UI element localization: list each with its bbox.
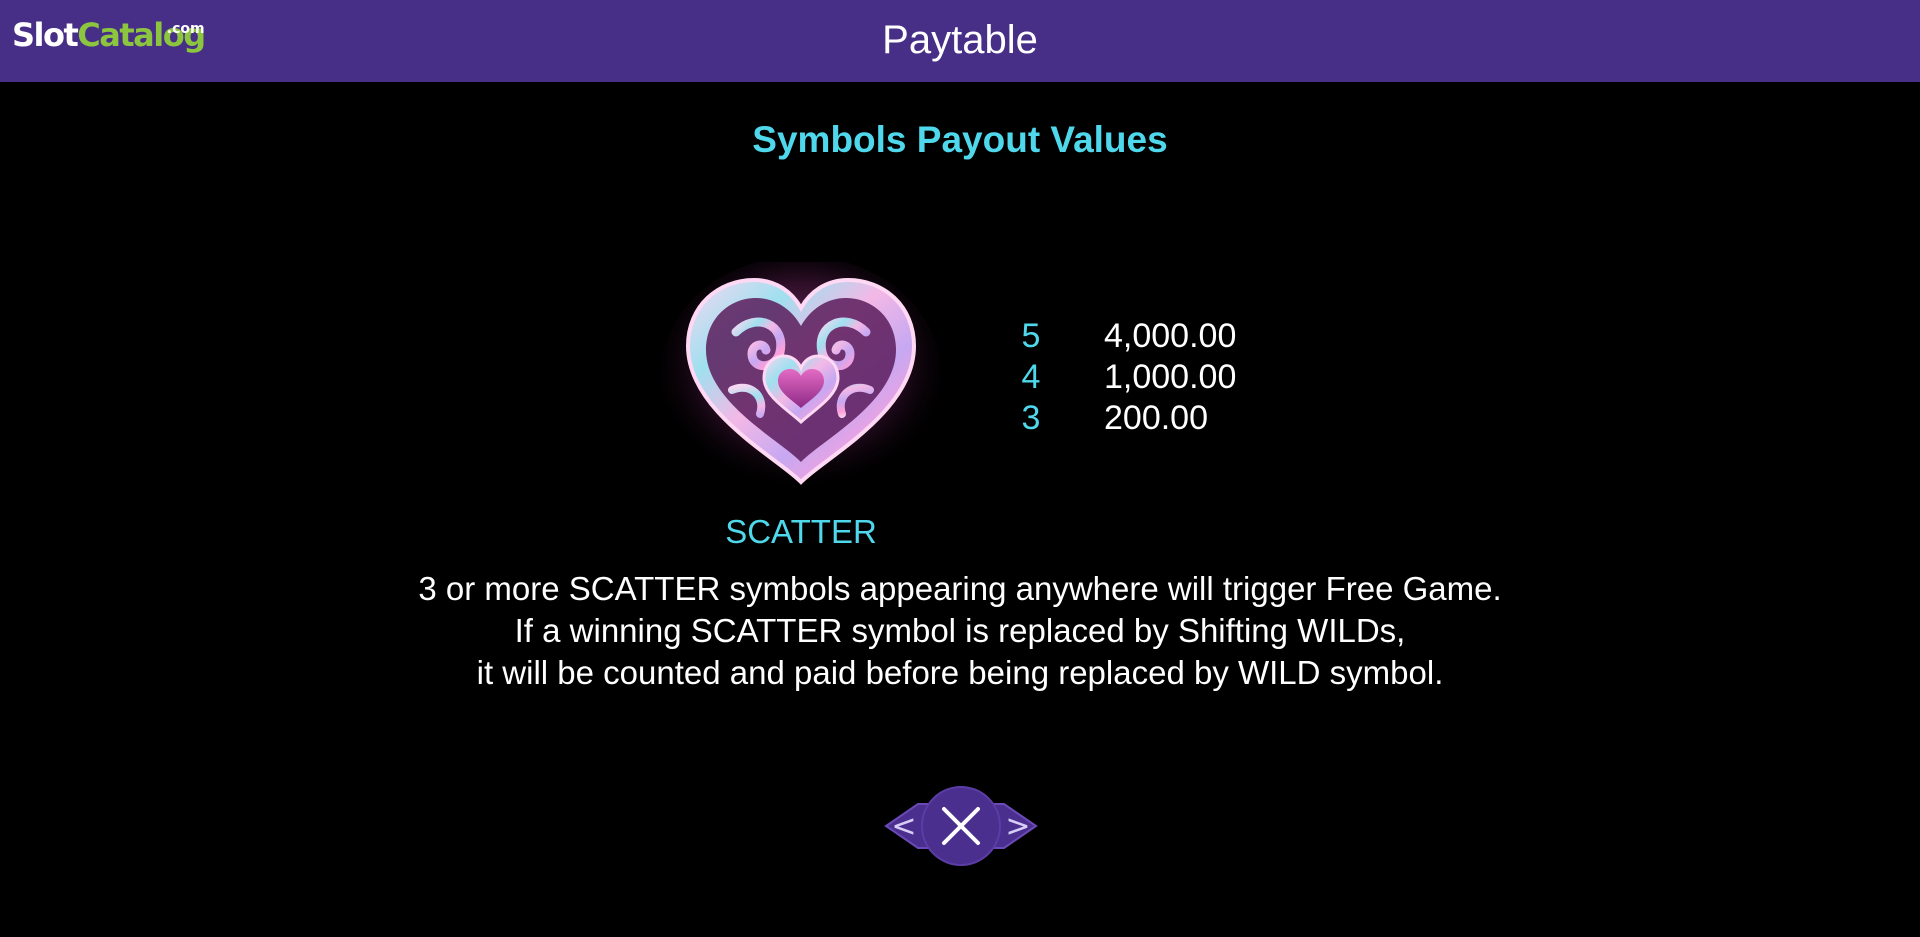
scatter-description: 3 or more SCATTER symbols appearing anyw… xyxy=(0,568,1920,694)
symbol-name: SCATTER xyxy=(725,513,877,550)
description-line: 3 or more SCATTER symbols appearing anyw… xyxy=(418,570,1502,607)
payout-count: 5 xyxy=(1021,317,1041,355)
next-label: > xyxy=(1005,809,1030,844)
description-line: If a winning SCATTER symbol is replaced … xyxy=(514,612,1406,649)
payout-row: 3 200.00 xyxy=(1010,398,1330,439)
description-line: it will be counted and paid before being… xyxy=(476,654,1444,691)
prev-label: < xyxy=(891,809,916,844)
payout-value: 1,000.00 xyxy=(1104,358,1237,396)
payout-value: 4,000.00 xyxy=(1104,317,1237,355)
payout-value: 200.00 xyxy=(1104,399,1208,437)
payout-table: 5 4,000.00 4 1,000.00 3 200.00 xyxy=(1010,316,1330,439)
payout-count: 3 xyxy=(1021,399,1041,437)
payout-row: 5 4,000.00 xyxy=(1010,316,1330,357)
page-title: Paytable xyxy=(882,18,1038,62)
header-bar: SlotCatalog .com Paytable xyxy=(0,0,1920,82)
heart-scatter-icon xyxy=(660,262,942,494)
payout-count: 4 xyxy=(1021,358,1041,396)
close-button[interactable] xyxy=(921,786,1001,866)
payout-row: 4 1,000.00 xyxy=(1010,357,1330,398)
paytable-navigation: < > xyxy=(884,786,1038,866)
section-title: Symbols Payout Values xyxy=(752,119,1168,160)
